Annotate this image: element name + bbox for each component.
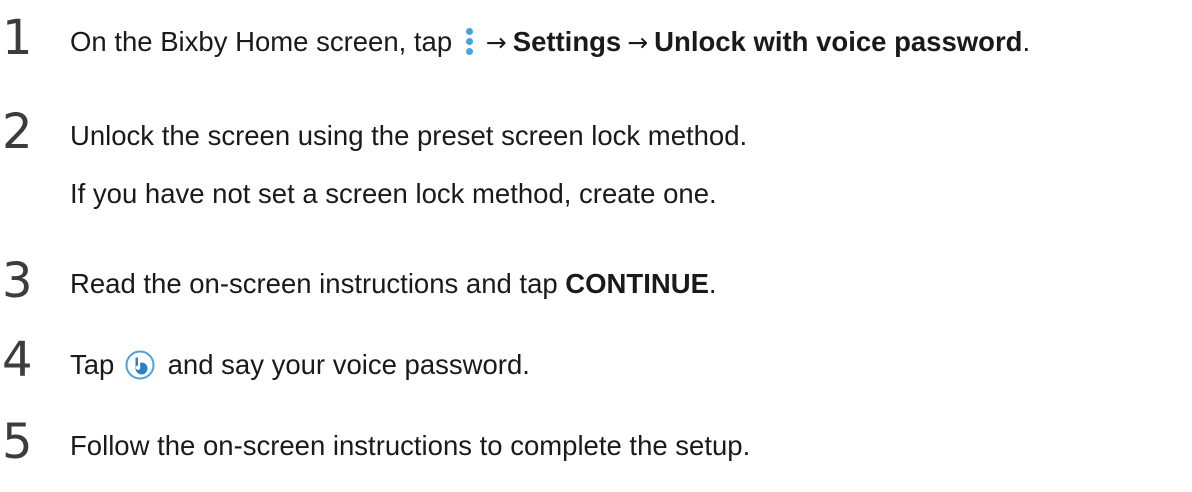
more-options-icon	[464, 28, 474, 56]
step-number: 4	[2, 332, 33, 388]
step-text: Unlock the screen using the preset scree…	[70, 120, 748, 151]
settings-label: Settings	[512, 26, 622, 57]
step-number: 5	[2, 414, 33, 470]
step-text-segment: and say your voice password.	[159, 349, 530, 380]
step-number: 2	[2, 104, 33, 160]
step-text-segment: Read the on-screen instructions and tap	[70, 268, 566, 299]
arrow-icon: →	[485, 28, 507, 57]
unlock-with-voice-password-label: Unlock with voice password	[654, 26, 1023, 57]
step-text: Read the on-screen instructions and tap …	[70, 270, 717, 298]
step-text: Tap and say your voice password.	[70, 350, 530, 380]
step-number: 3	[2, 253, 33, 309]
arrow-icon: →	[627, 28, 649, 57]
step-text-segment: Tap	[70, 349, 122, 380]
continue-label: CONTINUE	[565, 268, 709, 299]
bixby-voice-icon	[125, 350, 155, 380]
step-text-segment: .	[1022, 26, 1031, 57]
step-text-segment: .	[708, 268, 717, 299]
step-text-segment: On the Bixby Home screen, tap	[70, 26, 460, 57]
step-text: On the Bixby Home screen, tap → Settings →…	[70, 28, 1030, 56]
step-text: Follow the on-screen instructions to com…	[70, 430, 751, 461]
step-number: 1	[2, 10, 33, 66]
step-subtext: If you have not set a screen lock method…	[70, 178, 717, 209]
